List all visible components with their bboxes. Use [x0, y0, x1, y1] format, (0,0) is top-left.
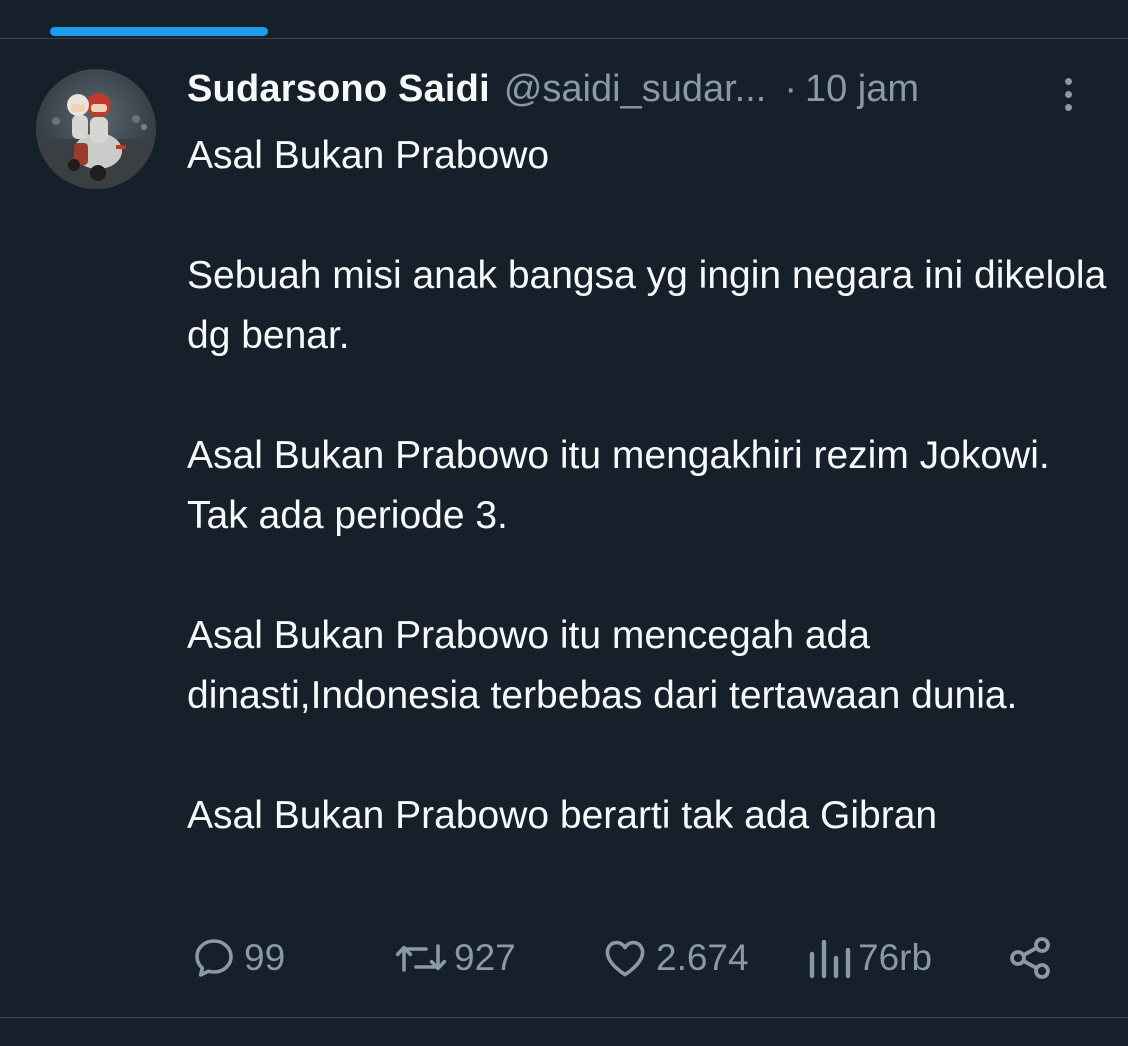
avatar-image [36, 69, 156, 189]
share-button[interactable] [1006, 928, 1054, 988]
more-options-button[interactable] [1052, 72, 1084, 116]
more-dot [1064, 103, 1072, 111]
author-display-name[interactable]: Sudarsono Saidi [187, 68, 490, 111]
author-handle[interactable]: @saidi_sudar... [504, 68, 767, 111]
tweet-paragraph: Sebuah misi anak bangsa yg ingin negara … [187, 254, 1107, 357]
repost-icon [395, 944, 447, 972]
tweet-paragraph: Asal Bukan Prabowo itu mencegah ada dina… [187, 614, 1018, 717]
reply-count: 99 [244, 937, 286, 978]
tweet-text: Asal Bukan Prabowo Sebuah misi anak bang… [187, 126, 1107, 846]
share-icon [1010, 937, 1050, 979]
reply-button[interactable]: 99 [190, 928, 285, 988]
views-button[interactable]: 76rb [806, 928, 932, 988]
like-button[interactable]: 2.674 [600, 928, 749, 988]
more-vertical-icon [1064, 77, 1072, 85]
like-count: 2.674 [656, 937, 749, 978]
reply-icon [195, 939, 233, 977]
avatar[interactable] [36, 69, 156, 189]
views-icon [809, 939, 851, 979]
repost-count: 927 [454, 937, 516, 978]
tweet-paragraph: Asal Bukan Prabowo [187, 134, 550, 177]
bottom-divider [0, 1017, 1128, 1018]
more-dot [1064, 90, 1072, 98]
repost-button[interactable]: 927 [394, 928, 516, 988]
tweet-timestamp[interactable]: 10 jam [805, 68, 919, 111]
heart-icon [605, 940, 645, 977]
top-divider [0, 38, 1128, 39]
tweet-page: Sudarsono Saidi @saidi_sudar... · 10 jam… [0, 0, 1128, 1046]
views-count: 76rb [858, 937, 933, 978]
active-tab-indicator [50, 27, 268, 36]
tweet-paragraph: Asal Bukan Prabowo itu mengakhiri rezim … [187, 434, 1050, 537]
tweet-paragraph: Asal Bukan Prabowo berarti tak ada Gibra… [187, 794, 938, 837]
header-separator: · [784, 67, 797, 110]
tweet-header: Sudarsono Saidi @saidi_sudar... · 10 jam [187, 66, 919, 112]
tweet-actions-bar: 99 927 2.674 76rb [0, 928, 1128, 988]
